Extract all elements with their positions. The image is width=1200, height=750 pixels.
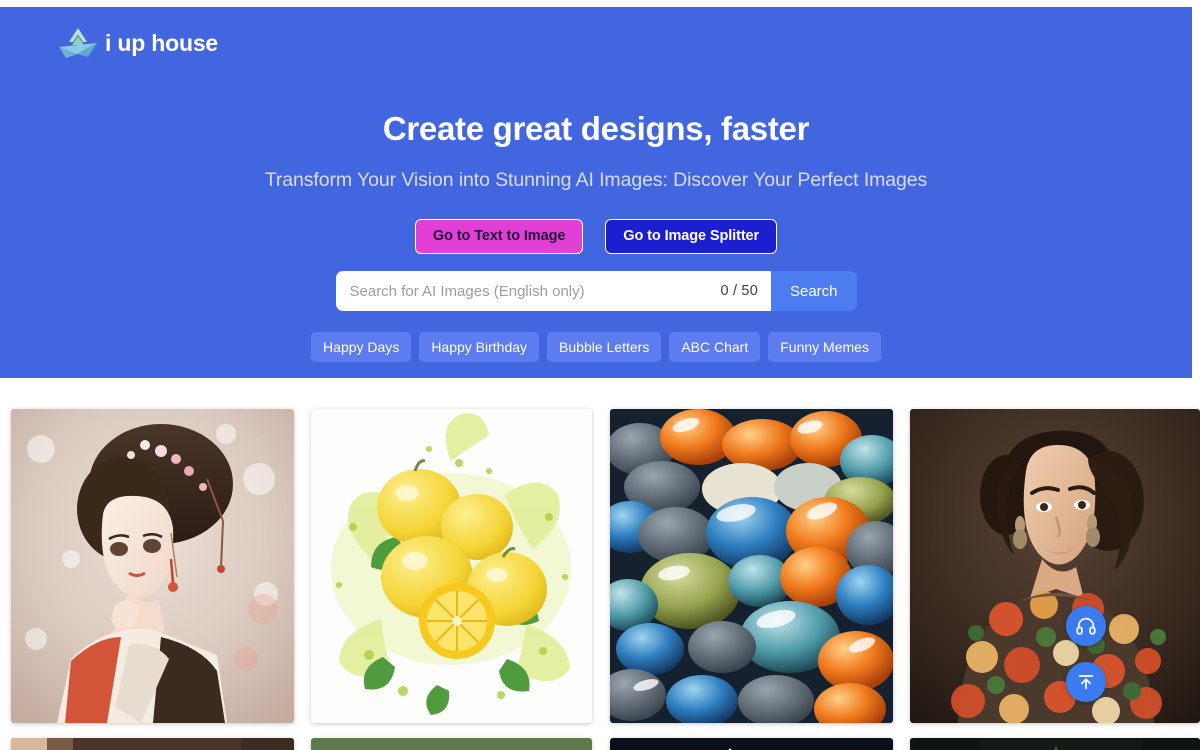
go-to-image-splitter-button[interactable]: Go to Image Splitter <box>605 219 778 255</box>
page-title: Create great designs, faster <box>382 110 810 147</box>
brand-name: i up house <box>105 29 219 56</box>
hero-banner: i up house Create great designs, faster … <box>0 7 1192 378</box>
gallery-card[interactable] <box>11 409 294 723</box>
gallery-card[interactable] <box>910 738 1200 750</box>
gallery-image-watercolor-lemons <box>311 409 592 723</box>
search-box: 0 / 50 Search <box>335 271 857 311</box>
image-gallery-grid <box>0 378 1200 750</box>
gallery-card[interactable] <box>910 409 1200 723</box>
page-root: i up house Create great designs, faster … <box>0 0 1200 750</box>
gallery-image-forest-canopy <box>910 738 1200 750</box>
page-subtitle: Transform Your Vision into Stunning AI I… <box>264 169 928 191</box>
go-to-text-to-image-button[interactable]: Go to Text to Image <box>414 219 584 255</box>
tag-chip-happy-birthday[interactable]: Happy Birthday <box>419 332 540 363</box>
tag-chip-happy-days[interactable]: Happy Days <box>311 332 412 363</box>
audio-assist-button[interactable] <box>1066 606 1106 646</box>
search-row: 0 / 50 Search <box>0 271 1192 311</box>
headphones-icon <box>1076 617 1096 635</box>
gallery-image-glossy-pebbles <box>610 409 893 723</box>
search-input[interactable] <box>349 282 713 300</box>
scroll-to-top-button[interactable] <box>1066 662 1106 702</box>
tag-chip-abc-chart[interactable]: ABC Chart <box>669 332 761 363</box>
suggested-tag-list: Happy Days Happy Birthday Bubble Letters… <box>0 332 1192 363</box>
brand-logo[interactable]: i up house <box>57 25 218 61</box>
gallery-image-vintage-interior <box>11 738 294 750</box>
tag-chip-bubble-letters[interactable]: Bubble Letters <box>547 332 662 363</box>
gallery-card[interactable] <box>610 409 893 723</box>
gallery-card[interactable] <box>11 738 294 750</box>
gallery-card[interactable] <box>311 409 592 723</box>
search-field[interactable]: 0 / 50 <box>335 271 771 311</box>
gallery-card[interactable] <box>610 738 893 750</box>
gallery-image-anime-woman <box>11 409 294 723</box>
gallery-image-white-blossoms <box>311 738 592 750</box>
gallery-image-woman-floral-dress <box>910 409 1200 723</box>
arrow-to-top-icon <box>1078 675 1094 690</box>
arrow-plane-logo-icon <box>59 28 97 58</box>
gallery-image-night-sky <box>610 738 893 750</box>
tag-chip-funny-memes[interactable]: Funny Memes <box>768 332 881 363</box>
cta-button-row: Go to Text to Image Go to Image Splitter <box>0 219 1192 255</box>
gallery-card[interactable] <box>311 738 592 750</box>
search-button[interactable]: Search <box>770 271 857 311</box>
character-counter: 0 / 50 <box>720 283 758 299</box>
